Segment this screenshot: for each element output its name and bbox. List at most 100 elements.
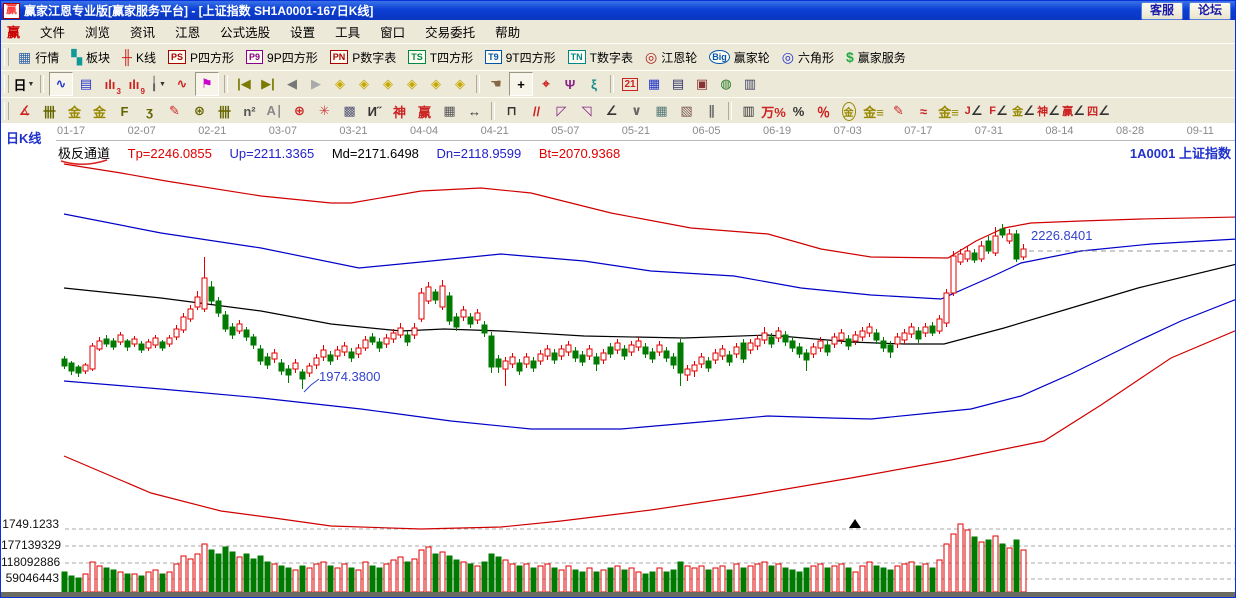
customer-service-button[interactable]: 客服 — [1141, 2, 1183, 20]
tool-diamond-compress[interactable]: ◈ — [425, 73, 447, 95]
tool-pen-ruler[interactable]: ✎ — [162, 100, 187, 122]
toolbar-button-winner-service[interactable]: $赢家服务 — [841, 48, 911, 67]
tool-percent[interactable]: % — [786, 100, 811, 122]
tool-fan-box-2[interactable]: ◹ — [574, 100, 599, 122]
tool-last-bar[interactable]: ▶| — [257, 73, 279, 95]
tool-spiral-tool[interactable]: ʒ — [137, 100, 162, 122]
tool-gann-angle-pen[interactable]: ∡ — [12, 100, 37, 122]
tool-flag-colored-tool[interactable]: ⚑ — [195, 72, 219, 96]
bottom-status-bar[interactable] — [1, 592, 1236, 598]
tool-calculator[interactable]: ▦ — [643, 73, 665, 95]
tool-bars-9[interactable]: ılı9 — [123, 73, 145, 95]
menu-item-browse[interactable]: 浏览 — [75, 20, 120, 43]
tool-parallel-lines[interactable]: ∥ — [699, 100, 724, 122]
tool-zigzag-red-tool[interactable]: ∿ — [171, 73, 193, 95]
tool-grid-dots[interactable]: ▦ — [649, 100, 674, 122]
tool-v-wave[interactable]: ∨ — [624, 100, 649, 122]
menu-item-window[interactable]: 窗口 — [370, 20, 415, 43]
tool-hand-tool[interactable]: ☚ — [485, 73, 507, 95]
toolbar-button-t-table[interactable]: TNT数字表 — [563, 48, 638, 67]
tool-gold-circle[interactable]: 金 — [836, 100, 861, 122]
tool-diamond-cross[interactable]: ◈ — [401, 73, 423, 95]
tool-gold-gate-2[interactable]: 金 — [87, 100, 112, 122]
tool-diamond-left[interactable]: ◈ — [329, 73, 351, 95]
tool-next-bar[interactable]: ▶ — [305, 73, 327, 95]
tool-angle-four[interactable]: 四∠ — [1086, 100, 1111, 122]
kline-chart[interactable] — [1, 123, 1236, 598]
tool-bars-3[interactable]: ılı3 — [99, 73, 121, 95]
tool-n-squared[interactable]: n² — [237, 100, 262, 122]
tool-percent-gann[interactable]: 万% — [761, 100, 786, 122]
toolbar-button-quotes[interactable]: ▦行情 — [13, 48, 64, 67]
toolbar-button-t-square[interactable]: TST四方形 — [403, 48, 478, 67]
menu-item-tools[interactable]: 工具 — [325, 20, 370, 43]
tool-percent-line[interactable]: ％ — [811, 100, 836, 122]
toolbar-grip[interactable] — [4, 75, 9, 93]
tool-frame-tool[interactable]: ⊓ — [499, 100, 524, 122]
tool-angle-ying[interactable]: 赢∠ — [1061, 100, 1086, 122]
forum-button[interactable]: 论坛 — [1189, 2, 1231, 20]
tool-diamond-right[interactable]: ◈ — [353, 73, 375, 95]
toolbar-button-winner-wheel[interactable]: Big赢家轮 — [704, 48, 775, 67]
tool-angle-f[interactable]: F∠ — [986, 100, 1011, 122]
tool-grid-arrow[interactable]: ▧ — [674, 100, 699, 122]
tool-angle-shen[interactable]: 神∠ — [1036, 100, 1061, 122]
tool-f-ruler[interactable]: F — [112, 100, 137, 122]
tool-shen-tool[interactable]: 神 — [387, 100, 412, 122]
tool-angle-gold[interactable]: 金∠ — [1011, 100, 1036, 122]
tool-save[interactable]: ▣ — [691, 73, 713, 95]
menu-item-formula-pick[interactable]: 公式选股 — [210, 20, 280, 43]
toolbar-button-p-square[interactable]: PSP四方形 — [163, 48, 239, 67]
tool-grid-123[interactable]: ▦ — [437, 100, 462, 122]
tool-computer[interactable]: ▥ — [739, 73, 761, 95]
menu-item-trade[interactable]: 交易委托 — [415, 20, 485, 43]
tool-fan-lines[interactable]: // — [524, 100, 549, 122]
tool-info-doc[interactable]: ▤ — [75, 73, 97, 95]
tool-gold-gate-1[interactable]: 金 — [62, 100, 87, 122]
tool-calendar-21[interactable]: 21 — [619, 73, 641, 95]
toolbar-button-hexagon[interactable]: ◎六角形 — [777, 48, 839, 67]
menu-item-help[interactable]: 帮助 — [485, 20, 530, 43]
tool-gold-lines-2[interactable]: 金≡ — [936, 100, 961, 122]
tool-gann-ruler-1[interactable]: 卌 — [37, 100, 62, 122]
tool-globe[interactable]: ◍ — [715, 73, 737, 95]
toolbar-button-9t-square[interactable]: T99T四方形 — [480, 48, 561, 67]
tool-notes[interactable]: ▤ — [667, 73, 689, 95]
menu-item-gann[interactable]: 江恩 — [165, 20, 210, 43]
tool-diamond-move[interactable]: ◈ — [449, 73, 471, 95]
tool-pin-angle-tool[interactable]: ⌖ — [535, 73, 557, 95]
tool-diamond-expand[interactable]: ◈ — [377, 73, 399, 95]
tool-angle-j[interactable]: J∠ — [961, 100, 986, 122]
tool-purple-tool[interactable]: Ψ — [559, 73, 581, 95]
tool-wave-blue-tool[interactable]: ∿ — [49, 72, 73, 96]
toolbar-button-9p-square[interactable]: P99P四方形 — [241, 48, 323, 67]
toolbar-button-p-table[interactable]: PNP数字表 — [325, 48, 402, 67]
menu-item-settings[interactable]: 设置 — [280, 20, 325, 43]
tool-gann-ruler-2[interactable]: 卌 — [212, 100, 237, 122]
tool-crosshair-tool[interactable]: + — [509, 72, 533, 96]
tool-first-bar[interactable]: |◀ — [233, 73, 255, 95]
tool-prev-bar[interactable]: ◀ — [281, 73, 303, 95]
tool-fan-box-1[interactable]: ◸ — [549, 100, 574, 122]
tool-pen-note[interactable]: ✎ — [886, 100, 911, 122]
toolbar-grip[interactable] — [4, 48, 9, 66]
tool-gann-circle[interactable]: ⊛ — [187, 100, 212, 122]
tool-mirror-a[interactable]: A∣ — [262, 100, 287, 122]
tool-square-grid[interactable]: ▩ — [337, 100, 362, 122]
tool-ying-tool[interactable]: 赢 — [412, 100, 437, 122]
tool-teal-squiggle-tool[interactable]: ξ — [583, 73, 605, 95]
tool-price-ruler[interactable]: ▥ — [736, 100, 761, 122]
tool-quote-marks[interactable]: И˝ — [362, 100, 387, 122]
tool-wave-channel[interactable]: ≈ — [911, 100, 936, 122]
tool-period-day-dropdown[interactable]: 日▼ — [13, 73, 35, 95]
toolbar-button-sectors[interactable]: ▚板块 — [66, 48, 115, 67]
tool-gold-lines-1[interactable]: 金≡ — [861, 100, 886, 122]
tool-red-circle-cross[interactable]: ⊕ — [287, 100, 312, 122]
tool-candle-style-dropdown[interactable]: ╽▼ — [147, 73, 169, 95]
tool-angle-lines[interactable]: ∠ — [599, 100, 624, 122]
menu-item-news[interactable]: 资讯 — [120, 20, 165, 43]
tool-width-measure[interactable]: ↔ — [462, 100, 487, 122]
tool-star-grid[interactable]: ✳ — [312, 100, 337, 122]
toolbar-button-kline[interactable]: ╫K线 — [117, 48, 161, 67]
menu-item-file[interactable]: 文件 — [30, 20, 75, 43]
